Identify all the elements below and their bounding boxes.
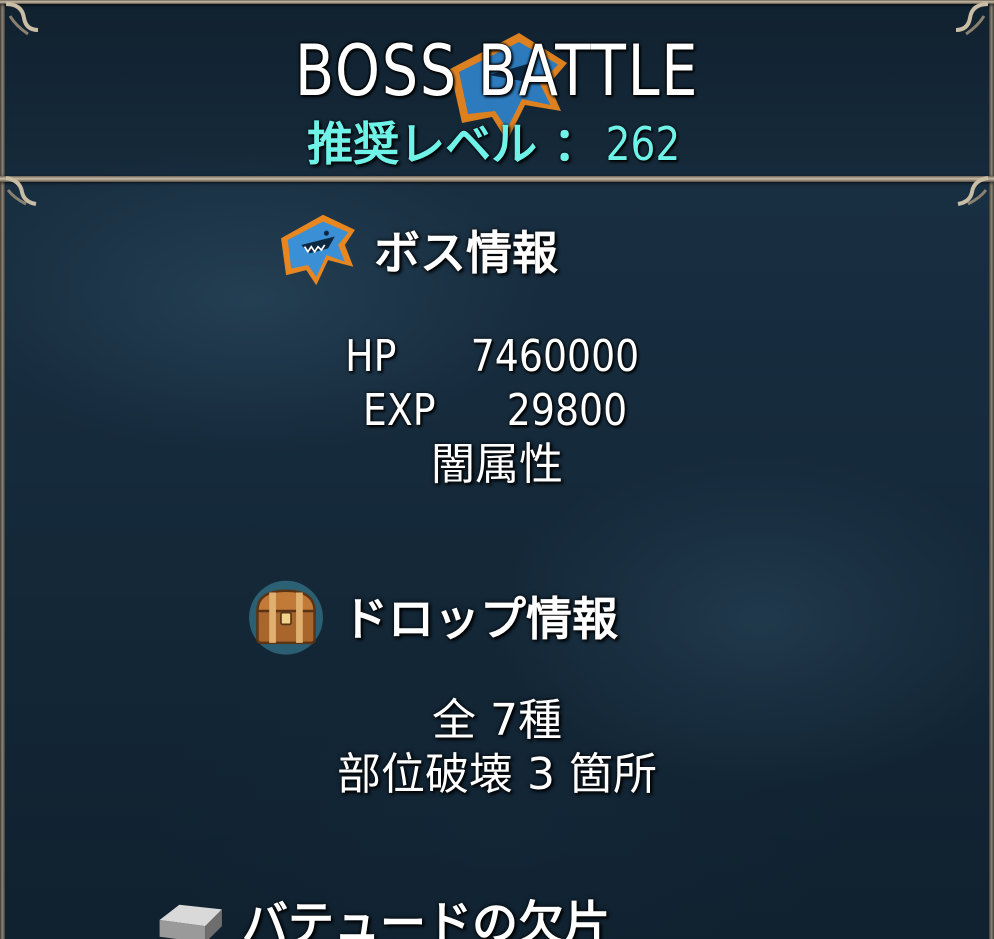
hp-label: HP <box>345 331 397 382</box>
boss-info-label: ボス情報 <box>374 226 558 280</box>
drop-item-name: バテュードの欠片 <box>242 896 610 939</box>
recommended-level-value: 262 <box>605 117 681 171</box>
recommended-level-label: 推奨レベル ： <box>307 117 600 171</box>
exp-value: 29800 <box>507 385 628 436</box>
drop-total: 全 7種 <box>432 695 562 746</box>
header-divider <box>0 176 994 182</box>
drop-info-label: ドロップ情報 <box>342 592 618 646</box>
hp-row: HP 7460000 <box>0 330 994 384</box>
drop-details: 全 7種 部位破壊 3 箇所 <box>0 694 994 802</box>
page-title: BOSS BATTLE <box>294 30 700 112</box>
ingot-icon <box>159 904 222 939</box>
recommended-level: 推奨レベル ： 262 <box>0 108 994 174</box>
hp-value: 7460000 <box>470 331 640 382</box>
corner-ornament-mid-right <box>957 176 989 206</box>
corner-ornament-top-right <box>955 2 989 36</box>
part-break-count: 部位破壊 3 箇所 <box>337 749 657 800</box>
drop-item-row[interactable]: バテュードの欠片 <box>152 882 610 939</box>
exp-row: EXP 29800 <box>0 384 994 438</box>
exp-label: EXP <box>362 385 436 436</box>
corner-ornament-mid-left <box>5 176 37 206</box>
treasure-chest-icon <box>249 580 323 655</box>
boss-stats: HP 7460000 EXP 29800 闇属性 <box>0 330 994 492</box>
shark-boss-icon <box>281 214 355 286</box>
attribute: 闇属性 <box>431 439 563 490</box>
frame-top <box>0 0 994 4</box>
drop-info-heading: ドロップ情報 <box>244 574 618 658</box>
corner-ornament-top-left <box>5 2 39 36</box>
boss-info-heading: ボス情報 <box>276 208 558 292</box>
